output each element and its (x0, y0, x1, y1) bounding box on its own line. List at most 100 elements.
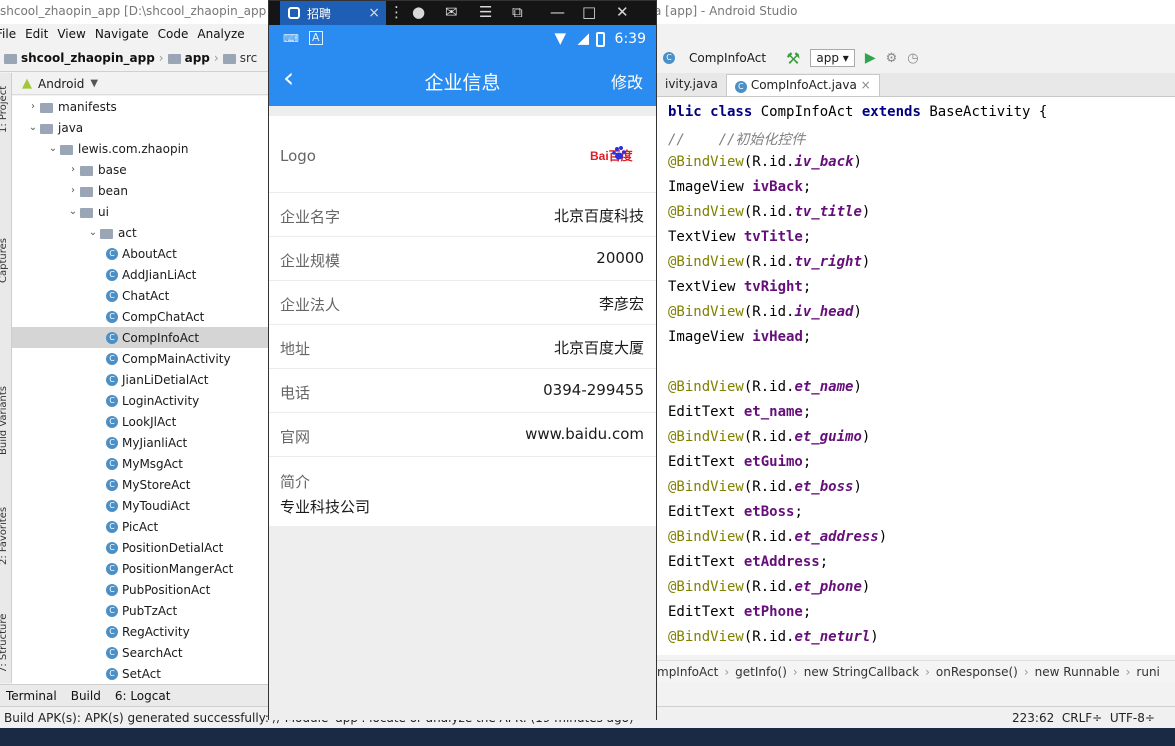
side-tab-build-variants[interactable]: Build Variants (0, 386, 9, 455)
tree-class-item[interactable]: C CompInfoAct (12, 327, 268, 348)
tree-class-item[interactable]: C ChatAct (12, 285, 268, 306)
ide-bottom-tabs: Terminal Build 6: Logcat (0, 684, 268, 706)
tree-class-item[interactable]: C MyJianliAct (12, 432, 268, 453)
tree-class-item[interactable]: C RegActivity (12, 621, 268, 642)
tree-class-item[interactable]: C CompMainActivity (12, 348, 268, 369)
code-breadcrumb-item[interactable]: getInfo() (735, 665, 787, 679)
build-icon[interactable]: ⚒ (786, 49, 800, 68)
side-tab-captures[interactable]: Captures (0, 238, 9, 283)
tree-class-item[interactable]: C PositionDetialAct (12, 537, 268, 558)
debug-icon[interactable]: ⚙ (886, 51, 898, 66)
company-logo[interactable]: Bai百度 (590, 145, 644, 167)
tree-folder-item[interactable]: ⌄ java (12, 117, 268, 138)
logo-text: Bai百度 (590, 148, 634, 163)
tree-item-label: CompMainActivity (122, 351, 231, 366)
edit-button[interactable]: 修改 (611, 69, 643, 93)
status-encoding[interactable]: UTF-8÷ (1110, 711, 1155, 725)
field-value: 20000 (596, 249, 644, 267)
account-icon[interactable]: ● (412, 3, 425, 21)
tree-class-item[interactable]: C JianLiDetialAct (12, 369, 268, 390)
logo-row[interactable]: Logo Bai百度 (269, 116, 656, 193)
tree-item-label: RegActivity (122, 624, 190, 639)
tree-class-item[interactable]: C PubTzAct (12, 600, 268, 621)
expand-arrow-icon[interactable]: › (66, 164, 80, 175)
code-breadcrumb-item[interactable]: onResponse() (936, 665, 1018, 679)
field-label: 企业规模 (280, 252, 341, 270)
side-tab-project[interactable]: 1: Project (0, 86, 9, 133)
expand-arrow-icon[interactable]: ⌄ (66, 206, 80, 217)
mail-icon[interactable]: ✉ (445, 3, 458, 21)
code-breadcrumb-item[interactable]: new StringCallback (804, 665, 919, 679)
breadcrumb-item[interactable]: app (185, 51, 210, 65)
tree-folder-item[interactable]: ⌄ act (12, 222, 268, 243)
tree-folder-item[interactable]: › manifests (12, 96, 268, 117)
tree-class-item[interactable]: C AddJianLiAct (12, 264, 268, 285)
toolbar-crumb[interactable]: CompInfoAct (689, 51, 766, 65)
menu-icon[interactable]: ☰ (479, 3, 492, 21)
tree-class-item[interactable]: C PositionMangerAct (12, 558, 268, 579)
bottom-tab-0[interactable]: Terminal (6, 689, 57, 703)
menu-item-edit[interactable]: Edit (25, 27, 48, 41)
tree-folder-item[interactable]: › bean (12, 180, 268, 201)
class-icon: C (106, 625, 118, 638)
editor-tab-prev[interactable]: ivity.java (657, 74, 726, 96)
expand-arrow-icon[interactable]: ⌄ (26, 122, 40, 133)
expand-arrow-icon[interactable]: ⌄ (46, 143, 60, 154)
tree-class-item[interactable]: C MyToudiAct (12, 495, 268, 516)
tree-class-item[interactable]: C PicAct (12, 516, 268, 537)
menu-item-file[interactable]: File (0, 27, 16, 41)
logo-label: Logo (280, 147, 316, 165)
side-tab-structure[interactable]: 7: Structure (0, 614, 9, 673)
emulator-tab[interactable]: 招聘 × (280, 1, 386, 25)
tree-folder-item[interactable]: › base (12, 159, 268, 180)
tree-class-item[interactable]: C MyMsgAct (12, 453, 268, 474)
tree-folder-item[interactable]: ⌄ lewis.com.zhaopin (12, 138, 268, 159)
expand-arrow-icon[interactable]: › (66, 185, 80, 196)
run-config-dropdown[interactable]: app ▾ (810, 49, 855, 67)
class-icon: C (663, 52, 675, 64)
menu-item-code[interactable]: Code (158, 27, 189, 41)
class-icon: C (106, 373, 118, 386)
project-view-selector[interactable]: ▲ Android ▼ (12, 73, 268, 95)
tree-class-item[interactable]: C SetAct (12, 663, 268, 684)
tree-class-item[interactable]: C LoginActivity (12, 390, 268, 411)
bottom-tab-2[interactable]: 6: Logcat (115, 689, 171, 703)
breadcrumb-item[interactable]: shcool_zhaopin_app (21, 51, 155, 65)
maximize-icon[interactable]: □ (582, 3, 596, 21)
code-breadcrumb-item[interactable]: runi (1136, 665, 1159, 679)
more-icon[interactable]: ⋮ (389, 3, 404, 21)
expand-arrow-icon[interactable]: ⌄ (86, 227, 100, 238)
run-icon[interactable]: ▶ (865, 50, 876, 66)
minimize-icon[interactable]: — (550, 3, 565, 21)
field-row-scale: 企业规模 20000 (269, 237, 656, 281)
expand-arrow-icon[interactable]: › (26, 101, 40, 112)
tree-class-item[interactable]: C MyStoreAct (12, 474, 268, 495)
tree-class-item[interactable]: C CompChatAct (12, 306, 268, 327)
tree-item-label: AboutAct (122, 246, 177, 261)
phone-status-bar: ⌨ A ▼ ◢ 6:39 (269, 25, 656, 54)
menu-item-view[interactable]: View (57, 27, 85, 41)
tree-class-item[interactable]: C PubPositionAct (12, 579, 268, 600)
tree-folder-item[interactable]: ⌄ ui (12, 201, 268, 222)
status-position[interactable]: 223:62 (1012, 711, 1054, 725)
editor-tab-active[interactable]: C CompInfoAct.java × (725, 74, 880, 96)
menu-item-navigate[interactable]: Navigate (95, 27, 149, 41)
tree-item-label: ChatAct (122, 288, 170, 303)
code-editor[interactable]: blic class CompInfoAct extends BaseActiv… (657, 97, 1175, 655)
restore-icon[interactable]: ⧉ (512, 3, 523, 21)
tree-class-item[interactable]: C SearchAct (12, 642, 268, 663)
bottom-tab-1[interactable]: Build (71, 689, 101, 703)
code-breadcrumb-item[interactable]: mpInfoAct (657, 665, 718, 679)
menu-item-analyze[interactable]: Analyze (197, 27, 244, 41)
emulator-window: 招聘 × ⋮ ● ✉ ☰ ⧉ — □ ✕ ⌨ A ▼ ◢ 6:39 ‹ 企业信息… (268, 0, 657, 720)
status-crlf[interactable]: CRLF÷ (1062, 711, 1102, 725)
window-close-icon[interactable]: ✕ (616, 3, 629, 21)
profile-icon[interactable]: ◷ (907, 51, 918, 66)
close-icon[interactable]: × (368, 5, 380, 21)
breadcrumb-item[interactable]: src (240, 51, 258, 65)
close-icon[interactable]: × (861, 78, 871, 92)
code-breadcrumb-item[interactable]: new Runnable (1035, 665, 1120, 679)
tree-class-item[interactable]: C LookJlAct (12, 411, 268, 432)
tree-class-item[interactable]: C AboutAct (12, 243, 268, 264)
side-tab-favorites[interactable]: 2: Favorites (0, 507, 9, 565)
